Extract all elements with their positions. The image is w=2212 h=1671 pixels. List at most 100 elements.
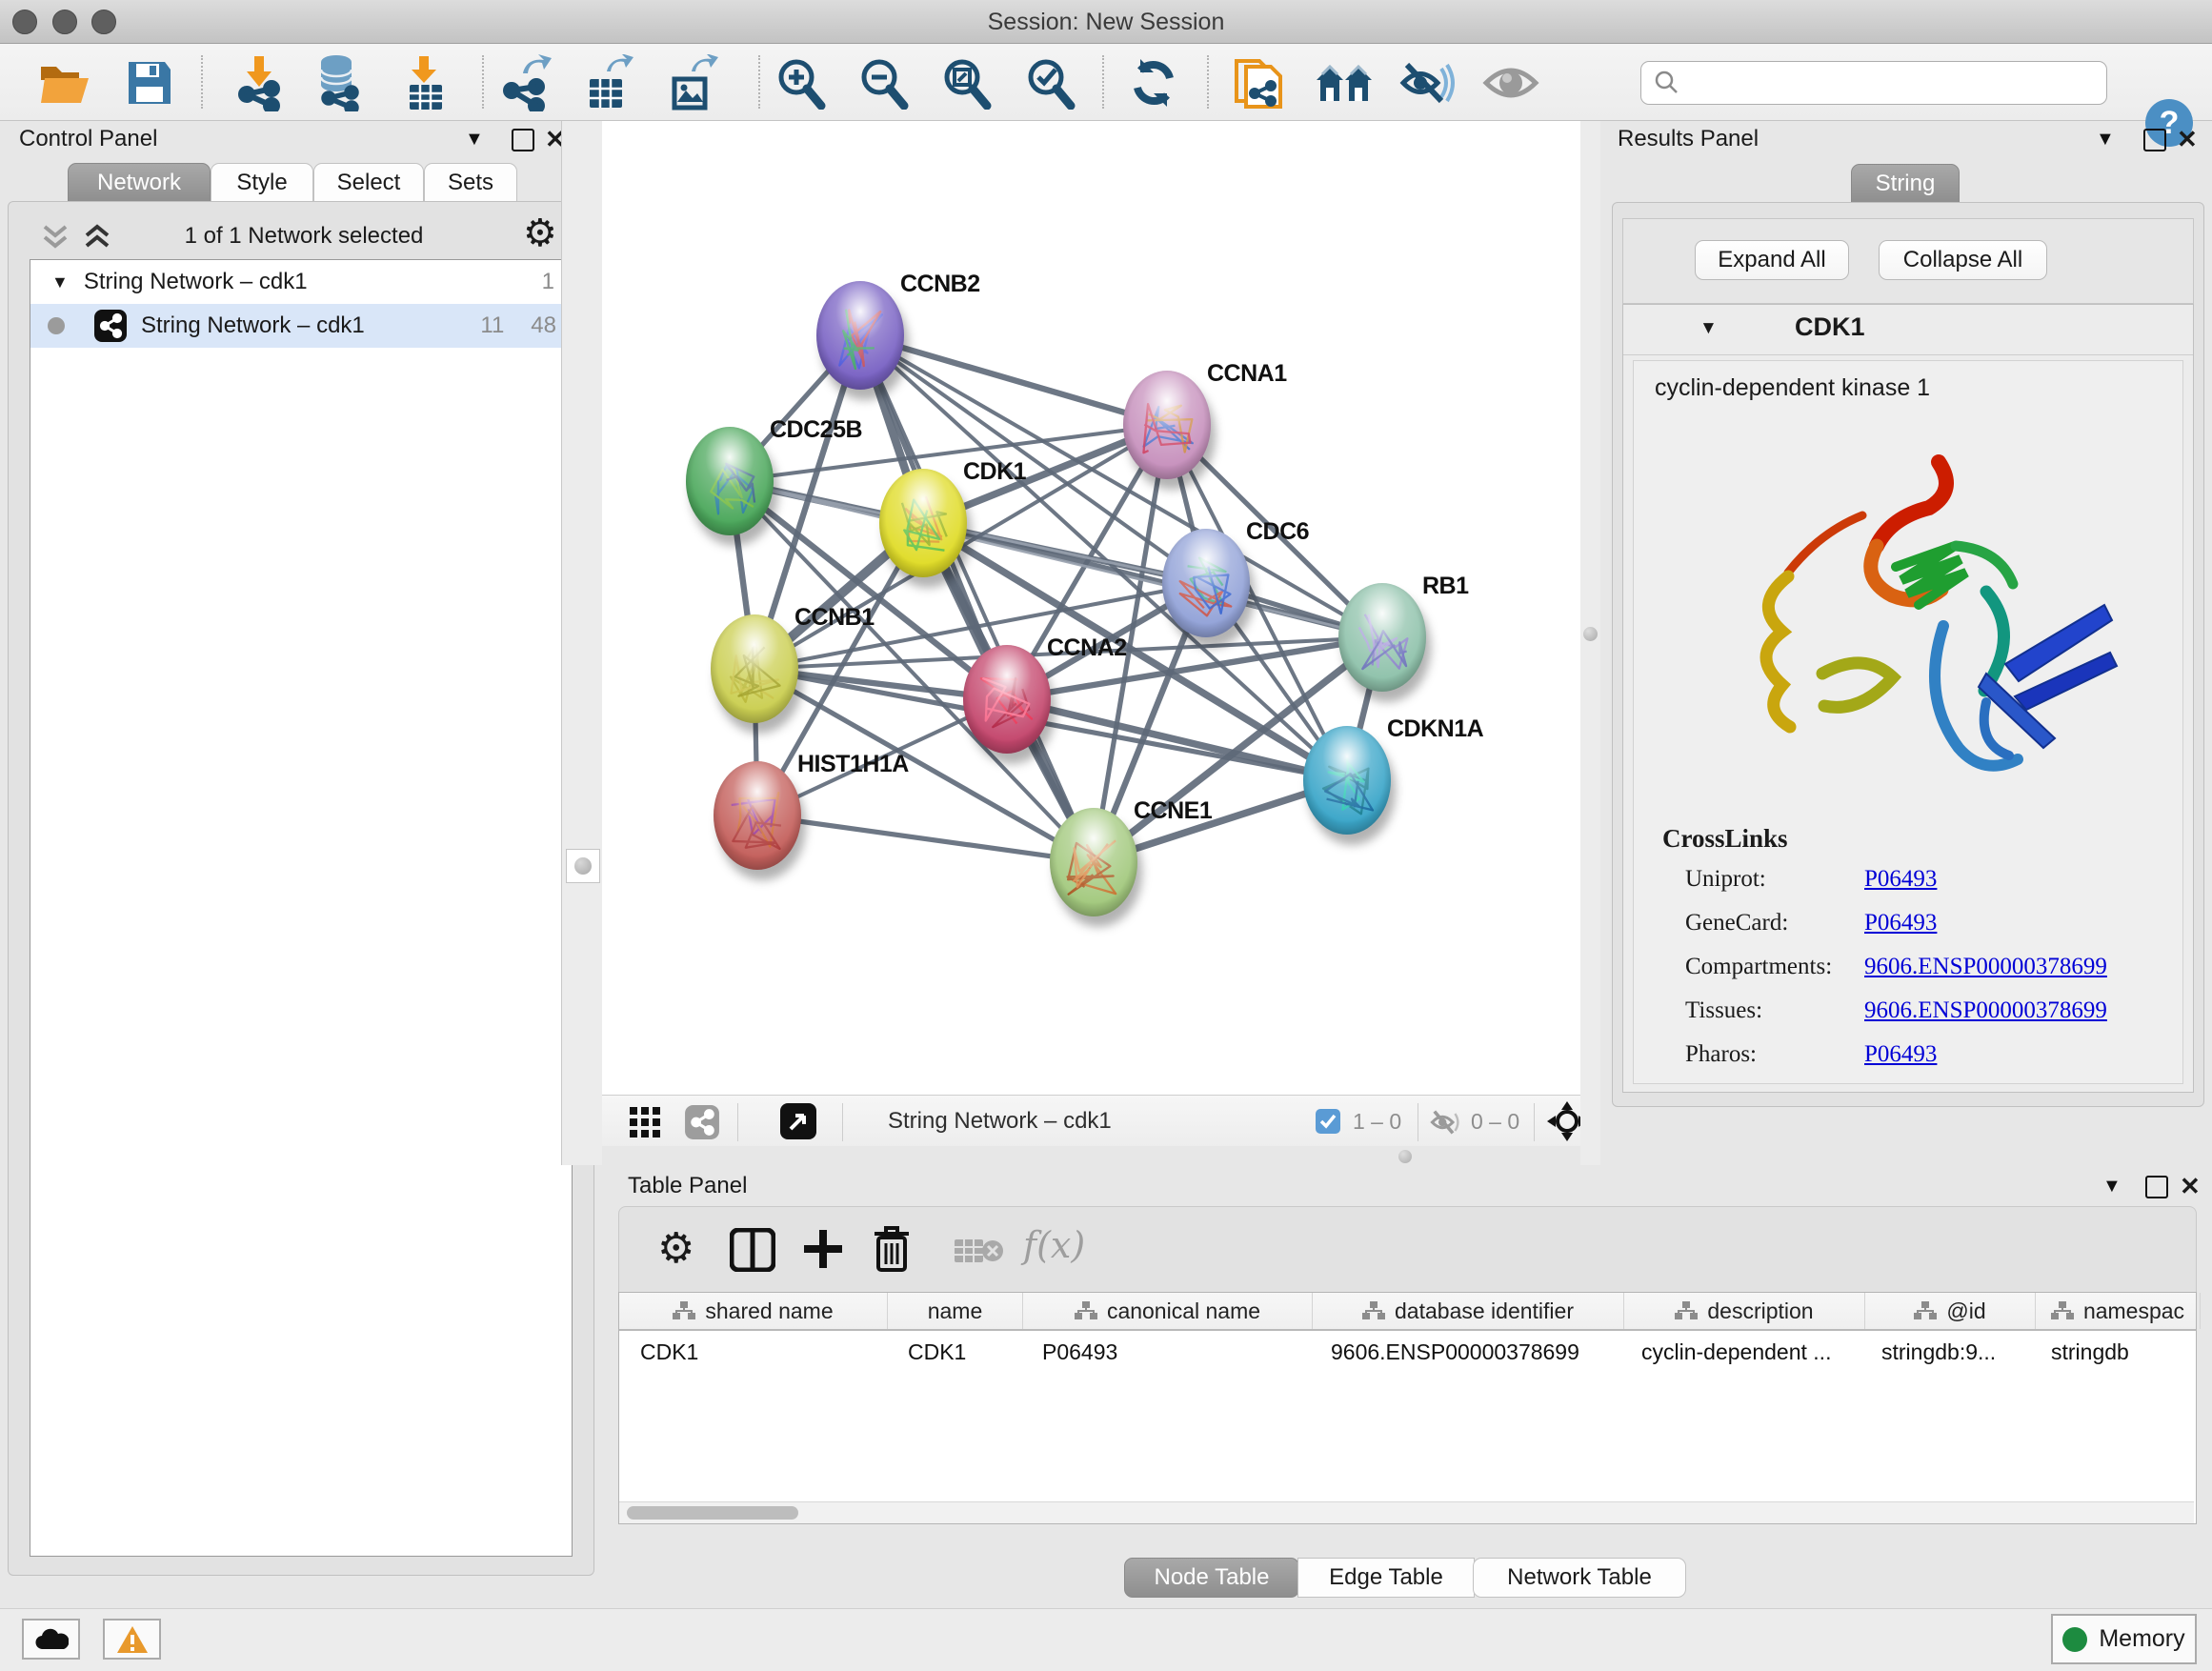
add-column-icon[interactable] — [800, 1226, 846, 1272]
save-session-icon[interactable] — [120, 53, 179, 112]
crosslink-genecard[interactable]: P06493 — [1864, 910, 1937, 936]
right-splitter[interactable] — [1580, 121, 1600, 1165]
cloud-status-button[interactable] — [22, 1619, 80, 1660]
scrollbar-thumb[interactable] — [627, 1506, 798, 1520]
single-network-view-icon[interactable] — [684, 1104, 720, 1140]
left-splitter[interactable] — [561, 121, 603, 1165]
tab-sets[interactable]: Sets — [424, 163, 517, 203]
gene-header[interactable]: ▼ CDK1 — [1623, 305, 2193, 355]
zoom-out-icon[interactable] — [854, 53, 913, 112]
expand-all-button[interactable]: Expand All — [1695, 240, 1849, 280]
birdseye-view-icon[interactable] — [779, 1102, 817, 1140]
tree-expander-icon[interactable]: ▼ — [51, 272, 69, 292]
close-panel-icon[interactable]: ✕ — [2180, 1172, 2201, 1201]
horizontal-scrollbar[interactable] — [619, 1501, 2194, 1523]
gear-icon[interactable]: ⚙ — [523, 211, 557, 255]
string-home-icon[interactable] — [1315, 53, 1374, 112]
show-results-icon[interactable] — [1481, 53, 1540, 112]
cloud-icon — [34, 1628, 69, 1651]
column-header-namespac[interactable]: namespac — [2036, 1293, 2201, 1329]
tab-select[interactable]: Select — [313, 163, 424, 203]
import-network-file-icon[interactable] — [229, 53, 288, 112]
selected-checkbox-icon[interactable] — [1315, 1108, 1341, 1135]
zoom-selected-icon[interactable] — [1020, 53, 1079, 112]
splitter-handle[interactable] — [1398, 1150, 1412, 1163]
zoom-in-icon[interactable] — [771, 53, 830, 112]
splitter-handle[interactable] — [1583, 627, 1598, 641]
grid-view-icon[interactable] — [629, 1106, 661, 1138]
collection-count: 1 — [542, 269, 554, 295]
float-panel-icon[interactable] — [2145, 1176, 2168, 1198]
tab-node-table[interactable]: Node Table — [1124, 1558, 1299, 1598]
network-node-CCNB2[interactable]: CCNB2 — [816, 271, 980, 400]
collapse-panel-icon[interactable]: ▼ — [2102, 1176, 2122, 1198]
network-row[interactable]: String Network – cdk1 11 48 — [30, 304, 572, 348]
crosslink-tissues[interactable]: 9606.ENSP00000378699 — [1864, 997, 2107, 1024]
column-header-database-identifier[interactable]: database identifier — [1313, 1293, 1624, 1329]
table-cell[interactable]: CDK1 — [887, 1331, 1021, 1373]
gene-expander-icon[interactable]: ▼ — [1699, 318, 1718, 339]
network-node-CDKN1A[interactable]: CDKN1A — [1303, 715, 1484, 845]
float-panel-icon[interactable] — [2143, 129, 2166, 151]
tab-string[interactable]: String — [1851, 164, 1960, 204]
network-node-CCNB1[interactable]: CCNB1 — [711, 604, 875, 734]
crosslink-uniprot[interactable]: P06493 — [1864, 866, 1937, 893]
network-node-HIST1H1A[interactable]: HIST1H1A — [714, 751, 909, 880]
tab-style[interactable]: Style — [211, 163, 313, 203]
table-row[interactable]: CDK1CDK1P064939606.ENSP00000378699cyclin… — [619, 1331, 2196, 1373]
table-cell[interactable]: cyclin-dependent ... — [1620, 1331, 1860, 1373]
collapse-panel-icon[interactable]: ▼ — [2096, 129, 2115, 151]
network-collection-row[interactable]: ▼ String Network – cdk1 1 — [30, 260, 572, 304]
results-panel-title: Results Panel — [1618, 126, 1759, 152]
close-panel-icon[interactable]: ✕ — [2177, 125, 2198, 154]
table-cell[interactable]: stringdb — [2030, 1331, 2194, 1373]
refresh-icon[interactable] — [1124, 53, 1183, 112]
delete-column-icon[interactable] — [871, 1224, 913, 1274]
collapse-all-button[interactable]: Collapse All — [1879, 240, 2047, 280]
import-table-icon[interactable] — [395, 53, 454, 112]
network-node-RB1[interactable]: RB1 — [1338, 573, 1469, 702]
network-node-CCNA1[interactable]: CCNA1 — [1123, 360, 1287, 490]
column-header-description[interactable]: description — [1624, 1293, 1865, 1329]
collapse-all-icon[interactable] — [39, 223, 71, 252]
toolbar-separator — [842, 1103, 843, 1141]
table-cell[interactable]: CDK1 — [619, 1331, 887, 1373]
column-header-name[interactable]: name — [888, 1293, 1023, 1329]
float-panel-icon[interactable] — [512, 129, 534, 151]
expand-all-icon[interactable] — [81, 223, 113, 252]
table-cell[interactable]: stringdb:9... — [1860, 1331, 2030, 1373]
hide-results-icon[interactable] — [1398, 53, 1458, 112]
tab-network-table[interactable]: Network Table — [1473, 1558, 1686, 1598]
column-header-shared-name[interactable]: shared name — [619, 1293, 888, 1329]
table-cell[interactable]: P06493 — [1021, 1331, 1310, 1373]
memory-button[interactable]: Memory — [2051, 1614, 2197, 1664]
network-graph[interactable]: CCNB2CCNA1CDC25BCDK1CDC6RB1CCNB1CCNA2CDK… — [602, 121, 1580, 1095]
tab-network[interactable]: Network — [68, 163, 211, 203]
tab-edge-table[interactable]: Edge Table — [1297, 1558, 1475, 1598]
table-settings-gear-icon[interactable]: ⚙ — [657, 1224, 694, 1273]
splitter-handle[interactable] — [566, 849, 600, 883]
export-table-icon[interactable] — [577, 53, 636, 112]
collapse-panel-icon[interactable]: ▼ — [465, 129, 484, 151]
network-edge-CCNE1-HIST1H1A[interactable] — [757, 815, 1094, 862]
search-input[interactable] — [1689, 70, 2093, 97]
table-cell[interactable]: 9606.ENSP00000378699 — [1310, 1331, 1620, 1373]
zoom-fit-icon[interactable] — [936, 53, 995, 112]
warning-status-button[interactable] — [103, 1619, 161, 1660]
network-canvas[interactable]: CCNB2CCNA1CDC25BCDK1CDC6RB1CCNB1CCNA2CDK… — [602, 121, 1580, 1095]
horizontal-splitter[interactable] — [602, 1146, 1580, 1165]
show-columns-icon[interactable] — [730, 1228, 775, 1272]
column-header--id[interactable]: @id — [1865, 1293, 2036, 1329]
export-network-icon[interactable] — [495, 53, 554, 112]
import-network-database-icon[interactable] — [309, 53, 368, 112]
share-file-icon[interactable] — [1230, 53, 1289, 112]
export-image-icon[interactable] — [662, 53, 721, 112]
column-header-canonical-name[interactable]: canonical name — [1023, 1293, 1313, 1329]
crosslink-pharos[interactable]: P06493 — [1864, 1041, 1937, 1068]
network-node-CCNE1[interactable]: CCNE1 — [1050, 797, 1213, 927]
node-table[interactable]: shared namenamecanonical namedatabase id… — [618, 1292, 2197, 1524]
network-edge-CCNE1-CCNB2[interactable] — [860, 335, 1094, 862]
control-panel-title: Control Panel — [19, 126, 157, 152]
crosslink-compartments[interactable]: 9606.ENSP00000378699 — [1864, 954, 2107, 980]
open-session-icon[interactable] — [35, 53, 94, 112]
